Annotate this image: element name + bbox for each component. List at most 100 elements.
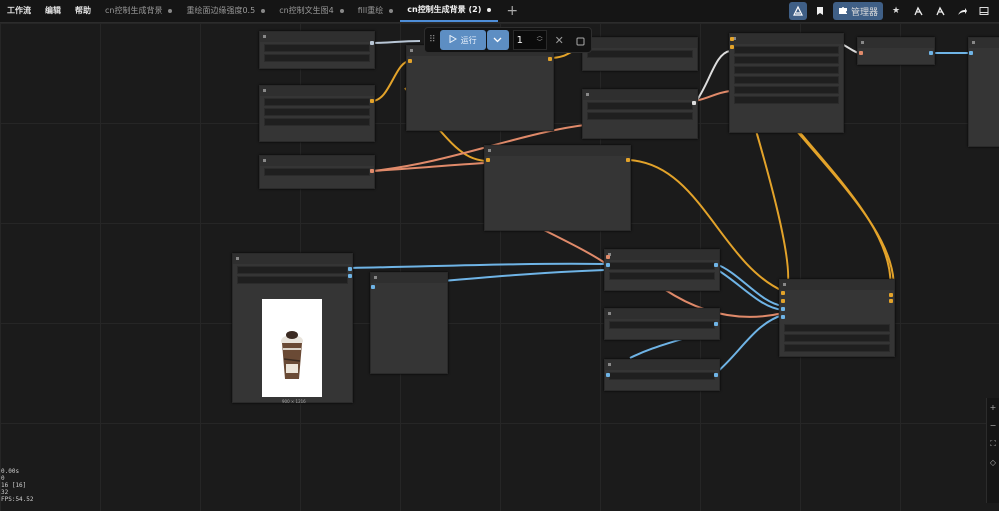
output-port[interactable]: [626, 158, 630, 162]
node-lora[interactable]: [406, 45, 554, 131]
input-port[interactable]: [781, 291, 785, 295]
node-widget[interactable]: [734, 76, 839, 84]
tab-workflow-2[interactable]: 重绘面边缘强度0.5: [179, 0, 272, 22]
node-widget[interactable]: [609, 262, 715, 270]
node-header: [583, 90, 697, 100]
share-icon[interactable]: [953, 2, 971, 20]
node-controlnet-loader[interactable]: [604, 308, 720, 340]
node-widget[interactable]: [609, 372, 715, 380]
output-port[interactable]: [370, 99, 374, 103]
input-port[interactable]: [606, 255, 610, 259]
output-port[interactable]: [370, 169, 374, 173]
output-port[interactable]: [889, 293, 893, 297]
drag-handle-icon[interactable]: ⠿: [429, 35, 436, 45]
output-port[interactable]: [889, 299, 893, 303]
zoom-in-icon[interactable]: +: [990, 403, 997, 412]
node-widget[interactable]: [609, 321, 715, 329]
stop-icon[interactable]: [576, 31, 585, 50]
input-port[interactable]: [730, 45, 734, 49]
run-button[interactable]: 运行: [439, 30, 486, 50]
node-vae-decode[interactable]: [857, 37, 935, 65]
output-port[interactable]: [370, 41, 374, 45]
input-port[interactable]: [486, 158, 490, 162]
graph-canvas[interactable]: 900 × 1216: [0, 23, 999, 511]
node-widget[interactable]: [264, 98, 370, 106]
node-widget[interactable]: [264, 108, 370, 116]
output-port[interactable]: [692, 101, 696, 105]
add-tab-button[interactable]: +: [498, 0, 526, 22]
input-port[interactable]: [730, 37, 734, 41]
comfy-logo-icon[interactable]: [788, 2, 807, 20]
node-widget[interactable]: [734, 46, 839, 54]
star-icon[interactable]: ★: [887, 2, 905, 20]
output-port[interactable]: [929, 51, 933, 55]
node-widget[interactable]: [784, 334, 890, 342]
input-port[interactable]: [781, 315, 785, 319]
output-port[interactable]: [348, 267, 352, 271]
node-widget[interactable]: [587, 112, 693, 120]
input-port[interactable]: [606, 373, 610, 377]
fit-view-icon[interactable]: ⛶: [990, 439, 996, 449]
node-widget[interactable]: [734, 96, 839, 104]
node-header: [260, 32, 374, 42]
toggle-links-icon[interactable]: ◇: [990, 458, 996, 467]
input-port[interactable]: [606, 263, 610, 267]
node-widget[interactable]: [784, 324, 890, 332]
node-controlnet-apply[interactable]: [604, 249, 720, 291]
node-widget[interactable]: [784, 344, 890, 352]
node-widget[interactable]: [734, 56, 839, 64]
node-widget[interactable]: [264, 168, 370, 176]
input-port[interactable]: [859, 51, 863, 55]
node-preprocessor[interactable]: [370, 272, 448, 374]
brand-icon-2[interactable]: [931, 2, 949, 20]
run-mode-dropdown[interactable]: [486, 30, 509, 50]
node-vae-loader[interactable]: [604, 359, 720, 391]
input-port[interactable]: [408, 59, 412, 63]
node-widget[interactable]: [587, 50, 693, 58]
node-widget[interactable]: [237, 276, 348, 284]
panel-toggle-icon[interactable]: [975, 2, 993, 20]
node-top-left[interactable]: [259, 31, 375, 69]
menu-edit[interactable]: 编辑: [38, 0, 68, 22]
menu-help[interactable]: 帮助: [68, 0, 98, 22]
node-header: [858, 38, 934, 48]
node-model-patch[interactable]: [484, 145, 631, 231]
tab-workflow-5-active[interactable]: cn控制生成背景 (2): [400, 0, 499, 22]
output-port[interactable]: [714, 263, 718, 267]
tab-workflow-3[interactable]: cn控制文生图4: [272, 0, 351, 22]
node-ksampler[interactable]: [779, 279, 895, 357]
input-port[interactable]: [969, 51, 973, 55]
output-port[interactable]: [714, 373, 718, 377]
node-widget[interactable]: [587, 102, 693, 110]
node-widget[interactable]: [264, 54, 370, 62]
node-text-encode-top[interactable]: [582, 37, 698, 71]
output-port[interactable]: [548, 57, 552, 61]
tab-label: cn控制生成背景: [105, 6, 163, 15]
output-port[interactable]: [348, 274, 352, 278]
input-port[interactable]: [371, 285, 375, 289]
bookmark-icon[interactable]: [811, 2, 829, 20]
node-checkpoint-loader[interactable]: [259, 85, 375, 142]
batch-count-stepper[interactable]: 1 ︿ ﹀: [512, 30, 547, 50]
node-widget[interactable]: [734, 86, 839, 94]
node-widget[interactable]: [237, 266, 348, 274]
node-widget[interactable]: [264, 118, 370, 126]
tab-workflow-1[interactable]: cn控制生成背景: [98, 0, 179, 22]
cancel-icon[interactable]: ✕: [555, 34, 564, 47]
menu-workflow[interactable]: 工作流: [0, 0, 38, 22]
input-port[interactable]: [781, 299, 785, 303]
node-widget[interactable]: [264, 44, 370, 52]
node-widget[interactable]: [734, 66, 839, 74]
input-port[interactable]: [781, 307, 785, 311]
manager-button[interactable]: 管理器: [832, 2, 883, 20]
tab-workflow-4[interactable]: fill重绘: [351, 0, 400, 22]
output-port[interactable]: [714, 322, 718, 326]
zoom-out-icon[interactable]: −: [990, 421, 997, 430]
stepper-arrows-icon[interactable]: ︿ ﹀: [537, 34, 543, 46]
node-clip-loader[interactable]: [259, 155, 375, 189]
node-sampler-top[interactable]: [729, 33, 844, 133]
node-widget[interactable]: [609, 272, 715, 280]
node-text-encode[interactable]: [582, 89, 698, 139]
brand-icon[interactable]: [909, 2, 927, 20]
tab-label: fill重绘: [357, 6, 384, 15]
